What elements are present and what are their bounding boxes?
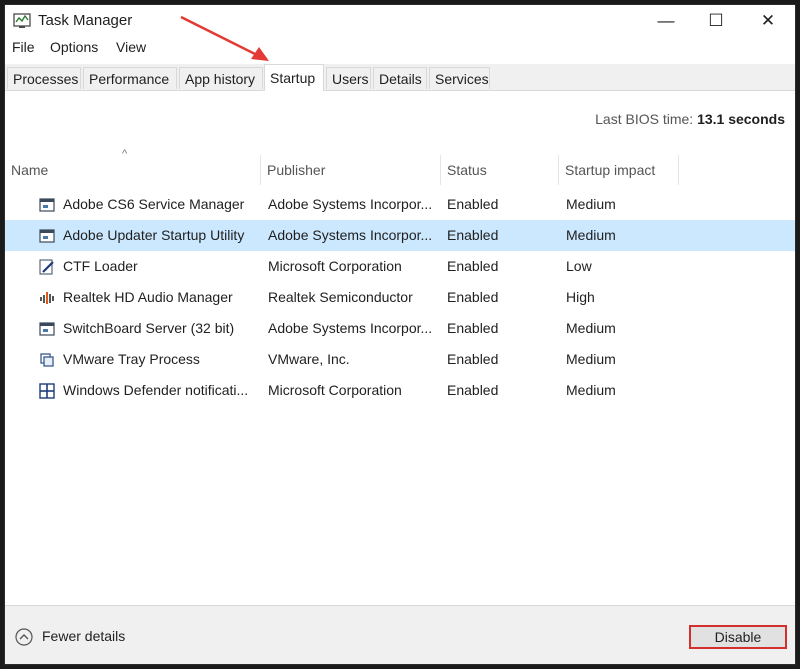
table-row[interactable]: Realtek HD Audio Manager Realtek Semicond… [5, 282, 795, 313]
row-name: Windows Defender notificati... [63, 382, 249, 398]
row-status: Enabled [447, 196, 499, 212]
task-manager-window: Task Manager — ☐ ✕ File Options View Pro… [4, 4, 796, 665]
row-startup-impact: Medium [566, 351, 616, 367]
close-button[interactable]: ✕ [743, 5, 793, 37]
column-header-row: Name Publisher Status Startup impact [5, 155, 795, 185]
window-icon [39, 197, 55, 213]
row-name: CTF Loader [63, 258, 138, 274]
row-status: Enabled [447, 382, 499, 398]
disable-button[interactable]: Disable [689, 625, 787, 649]
tab-services[interactable]: Services [429, 67, 490, 89]
row-status: Enabled [447, 258, 499, 274]
tab-startup[interactable]: Startup [264, 64, 324, 91]
row-startup-impact: Medium [566, 196, 616, 212]
table-row[interactable]: Adobe CS6 Service Manager Adobe Systems I… [5, 189, 795, 220]
title-bar[interactable]: Task Manager — ☐ ✕ [5, 5, 795, 37]
window-icon [39, 321, 55, 337]
table-row[interactable]: CTF Loader Microsoft Corporation Enabled Lo… [5, 251, 795, 282]
vmware-icon [39, 352, 55, 368]
row-publisher: Adobe Systems Incorpor... [268, 227, 433, 243]
last-bios-time: Last BIOS time: 13.1 seconds [595, 111, 785, 127]
column-name[interactable]: Name [5, 155, 261, 185]
maximize-button[interactable]: ☐ [691, 5, 741, 37]
row-publisher: Microsoft Corporation [268, 382, 402, 398]
audio-icon [39, 290, 55, 306]
defender-icon [39, 383, 55, 399]
row-publisher: Adobe Systems Incorpor... [268, 196, 433, 212]
tab-app-history[interactable]: App history [179, 67, 263, 89]
row-startup-impact: Medium [566, 382, 616, 398]
tab-bar: Processes Performance App history Startu… [5, 64, 795, 91]
pen-icon [39, 259, 55, 275]
menu-options[interactable]: Options [50, 39, 98, 55]
task-manager-icon [13, 13, 31, 28]
row-startup-impact: Low [566, 258, 592, 274]
row-publisher: Adobe Systems Incorpor... [268, 320, 433, 336]
row-status: Enabled [447, 289, 499, 305]
row-name: SwitchBoard Server (32 bit) [63, 320, 235, 336]
column-startup-impact[interactable]: Startup impact [559, 155, 679, 185]
footer-bar: Fewer details Disable [5, 605, 795, 664]
window-title: Task Manager [38, 12, 133, 29]
row-startup-impact: Medium [566, 227, 616, 243]
column-status[interactable]: Status [441, 155, 559, 185]
minimize-button[interactable]: — [641, 5, 691, 37]
row-status: Enabled [447, 320, 499, 336]
bios-value: 13.1 seconds [697, 111, 785, 127]
row-startup-impact: High [566, 289, 595, 305]
tab-processes[interactable]: Processes [7, 67, 81, 89]
row-publisher: Realtek Semiconductor [268, 289, 413, 305]
row-name: Realtek HD Audio Manager [63, 289, 233, 305]
table-row[interactable]: Adobe Updater Startup Utility Adobe Syste… [5, 220, 795, 251]
table-row[interactable]: Windows Defender notificati... Microsoft … [5, 375, 795, 406]
tab-users[interactable]: Users [326, 67, 371, 89]
row-name: Adobe Updater Startup Utility [63, 227, 245, 243]
menu-view[interactable]: View [116, 39, 146, 55]
bios-label: Last BIOS time: [595, 111, 694, 127]
chevron-up-icon[interactable] [15, 628, 33, 646]
table-row[interactable]: SwitchBoard Server (32 bit) Adobe Systems… [5, 313, 795, 344]
row-startup-impact: Medium [566, 320, 616, 336]
row-name: VMware Tray Process [63, 351, 200, 367]
fewer-details-link[interactable]: Fewer details [42, 628, 125, 644]
table-row[interactable]: VMware Tray Process VMware, Inc. Enabled Me… [5, 344, 795, 375]
menu-file[interactable]: File [12, 39, 35, 55]
row-status: Enabled [447, 227, 499, 243]
column-publisher[interactable]: Publisher [261, 155, 441, 185]
row-publisher: Microsoft Corporation [268, 258, 402, 274]
tab-details[interactable]: Details [373, 67, 427, 89]
row-status: Enabled [447, 351, 499, 367]
row-publisher: VMware, Inc. [268, 351, 350, 367]
tab-performance[interactable]: Performance [83, 67, 177, 89]
window-icon [39, 228, 55, 244]
row-name: Adobe CS6 Service Manager [63, 196, 245, 212]
